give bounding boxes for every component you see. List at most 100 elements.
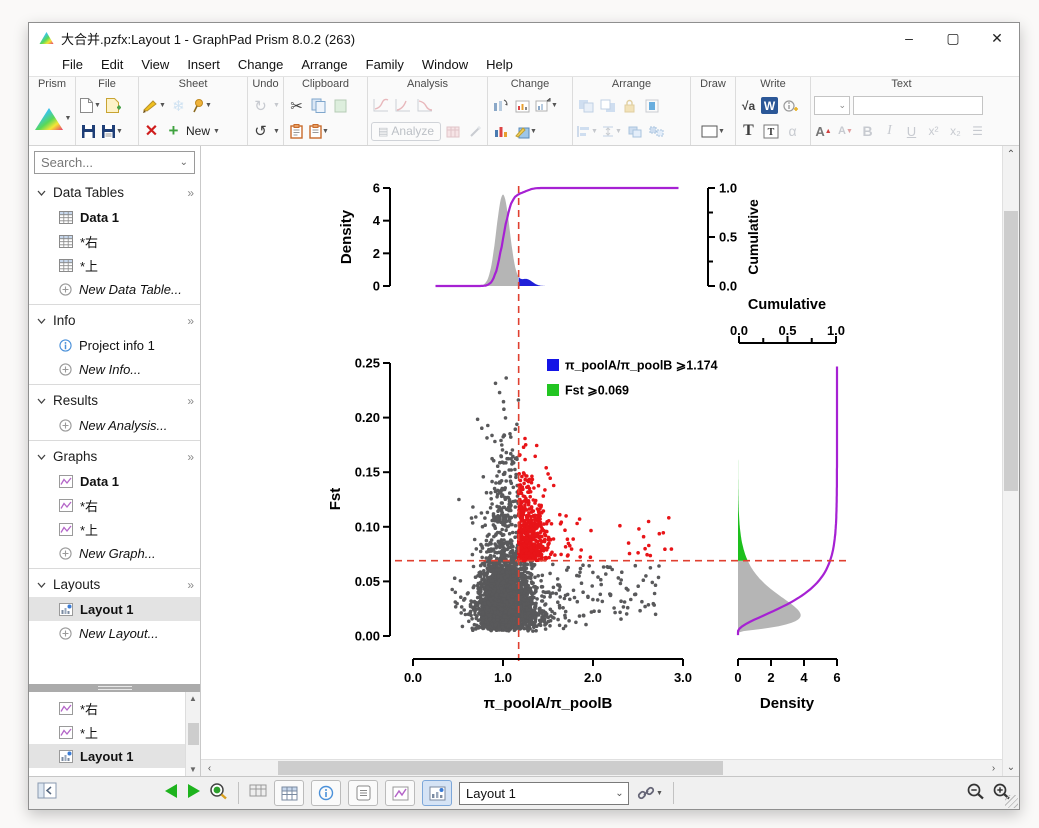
zoom-out-button[interactable] bbox=[966, 782, 985, 805]
new-file-icon[interactable]: ▼ bbox=[79, 95, 101, 117]
change-graph-type-icon[interactable] bbox=[491, 95, 510, 117]
sidebar-item-new-layout[interactable]: New Layout... bbox=[29, 621, 200, 645]
sidebar-item-new-data-table[interactable]: New Data Table... bbox=[29, 277, 200, 301]
sidebar-item-new-graph[interactable]: New Graph... bbox=[29, 541, 200, 565]
pin-sheet-icon[interactable]: ▼ bbox=[191, 95, 212, 117]
find-button[interactable] bbox=[209, 782, 228, 805]
increase-font-icon[interactable]: A ▲ bbox=[814, 120, 833, 142]
sidebar-item-data-1[interactable]: Data 1 bbox=[29, 205, 200, 229]
scrollbar-thumb[interactable] bbox=[187, 723, 199, 745]
family-item-layout-1[interactable]: Layout 1 bbox=[29, 744, 185, 768]
sidebar-item-layout-1[interactable]: Layout 1 bbox=[29, 597, 200, 621]
sidebar-item-item[interactable]: *右 bbox=[29, 493, 200, 517]
scroll-down-icon[interactable]: ⌄ bbox=[1003, 759, 1019, 776]
cut-icon[interactable]: ✂ bbox=[287, 95, 306, 117]
sheet-gallery-icon[interactable] bbox=[249, 783, 267, 803]
section-more-icon[interactable]: » bbox=[187, 186, 194, 200]
chevron-down-icon[interactable]: ⌄ bbox=[611, 788, 628, 799]
change-data-icon[interactable] bbox=[513, 95, 532, 117]
section-graphs[interactable]: Graphs » bbox=[29, 444, 200, 469]
equation-icon[interactable]: √a bbox=[739, 95, 758, 117]
text-tool-icon[interactable]: T bbox=[739, 120, 758, 142]
copy-icon[interactable] bbox=[309, 95, 328, 117]
scrollbar-thumb[interactable] bbox=[278, 761, 723, 775]
family-scrollbar[interactable]: ▲ ▼ bbox=[185, 692, 200, 776]
section-data-tables[interactable]: Data Tables » bbox=[29, 180, 200, 205]
sidebar-item-project-info-1[interactable]: Project info 1 bbox=[29, 333, 200, 357]
paste-icon[interactable] bbox=[287, 120, 306, 142]
go-to-data-table-button[interactable] bbox=[274, 780, 304, 806]
menu-change[interactable]: Change bbox=[229, 53, 293, 76]
resize-grip-icon[interactable] bbox=[1005, 795, 1018, 808]
format-fill-icon[interactable]: ▼ bbox=[513, 120, 537, 142]
add-info-icon[interactable] bbox=[781, 95, 800, 117]
sidebar-toggle-button[interactable] bbox=[37, 782, 57, 804]
prism-menu-button[interactable]: ▼ bbox=[33, 108, 71, 130]
menu-family[interactable]: Family bbox=[357, 53, 413, 76]
menu-arrange[interactable]: Arrange bbox=[292, 53, 356, 76]
go-to-layouts-button[interactable] bbox=[422, 780, 452, 806]
sidebar-item-data-1[interactable]: Data 1 bbox=[29, 469, 200, 493]
section-results[interactable]: Results » bbox=[29, 388, 200, 413]
horizontal-scrollbar[interactable]: ‹ › bbox=[201, 759, 1002, 776]
sidebar-item-item[interactable]: *上 bbox=[29, 253, 200, 277]
link-button[interactable]: ▼ bbox=[636, 784, 663, 802]
scrollbar-thumb[interactable] bbox=[1004, 211, 1018, 491]
rename-sheet-icon[interactable]: ▼ bbox=[142, 95, 166, 117]
chevron-down-icon[interactable]: ⌄ bbox=[180, 157, 188, 168]
sidebar-item-new-info[interactable]: New Info... bbox=[29, 357, 200, 381]
sheet-selector[interactable]: Layout 1 ⌄ bbox=[459, 781, 629, 805]
save-as-icon[interactable]: ▼ bbox=[101, 120, 123, 142]
minimize-button[interactable]: – bbox=[887, 23, 931, 53]
menu-edit[interactable]: Edit bbox=[92, 53, 132, 76]
scroll-down-icon[interactable]: ▼ bbox=[189, 763, 197, 776]
draw-shape-icon[interactable]: ▼ bbox=[701, 120, 725, 142]
open-file-icon[interactable] bbox=[104, 95, 123, 117]
layout-figure[interactable]: 0.000.050.100.150.200.25Fst0.0 1.0 2.0 3.0π… bbox=[201, 146, 981, 744]
section-layouts[interactable]: Layouts » bbox=[29, 572, 200, 597]
section-more-icon[interactable]: » bbox=[187, 394, 194, 408]
prev-sheet-button[interactable] bbox=[163, 783, 179, 804]
family-item-item[interactable]: *右 bbox=[29, 696, 185, 720]
font-family-select[interactable] bbox=[853, 96, 983, 116]
paste-options-icon[interactable]: ▼ bbox=[309, 120, 329, 142]
sidebar-item-new-analysis[interactable]: New Analysis... bbox=[29, 413, 200, 437]
family-item-item[interactable]: *上 bbox=[29, 720, 185, 744]
sidebar-item-item[interactable]: *上 bbox=[29, 517, 200, 541]
go-to-info-button[interactable] bbox=[311, 780, 341, 806]
menu-window[interactable]: Window bbox=[413, 53, 477, 76]
layout-canvas[interactable]: 0.00 0.05 0.10 0.15 0.20 0.25 Fst 0.0 1.0 2.0 3.0 π… bbox=[201, 146, 1002, 759]
sidebar-splitter[interactable] bbox=[29, 684, 200, 692]
save-icon[interactable] bbox=[79, 120, 98, 142]
section-more-icon[interactable]: » bbox=[187, 314, 194, 328]
scroll-up-icon[interactable]: ⌃ bbox=[1003, 146, 1019, 163]
font-size-select[interactable]: ⌄ bbox=[814, 96, 850, 116]
new-sheet-button[interactable]: New bbox=[186, 124, 210, 138]
word-export-icon[interactable]: W bbox=[761, 97, 778, 115]
delete-sheet-icon[interactable]: ✕ bbox=[142, 120, 161, 142]
format-bars-icon[interactable] bbox=[491, 120, 510, 142]
section-more-icon[interactable]: » bbox=[187, 450, 194, 464]
vertical-scrollbar[interactable]: ⌃ ⌄ bbox=[1002, 146, 1019, 776]
sidebar-item-item[interactable]: *右 bbox=[29, 229, 200, 253]
maximize-button[interactable]: ▢ bbox=[931, 23, 975, 53]
go-to-graphs-button[interactable] bbox=[385, 780, 415, 806]
next-sheet-button[interactable] bbox=[186, 783, 202, 804]
resize-graph-icon[interactable]: ▼ bbox=[535, 95, 558, 117]
scroll-right-icon[interactable]: › bbox=[985, 763, 1002, 774]
section-more-icon[interactable]: » bbox=[187, 578, 194, 592]
scroll-up-icon[interactable]: ▲ bbox=[189, 692, 197, 705]
search-input[interactable]: Search... ⌄ bbox=[34, 151, 195, 174]
undo-icon[interactable]: ↺ bbox=[251, 120, 270, 142]
menu-file[interactable]: File bbox=[53, 53, 92, 76]
section-info[interactable]: Info » bbox=[29, 308, 200, 333]
new-sheet-icon[interactable]: + bbox=[164, 120, 183, 142]
menu-help[interactable]: Help bbox=[477, 53, 522, 76]
menu-view[interactable]: View bbox=[132, 53, 178, 76]
go-to-results-button[interactable] bbox=[348, 780, 378, 806]
scroll-left-icon[interactable]: ‹ bbox=[201, 763, 218, 774]
close-button[interactable]: ✕ bbox=[975, 23, 1019, 53]
text-box-icon[interactable]: T bbox=[761, 120, 780, 142]
svg-text:Cumulative: Cumulative bbox=[748, 297, 826, 313]
menu-insert[interactable]: Insert bbox=[178, 53, 229, 76]
